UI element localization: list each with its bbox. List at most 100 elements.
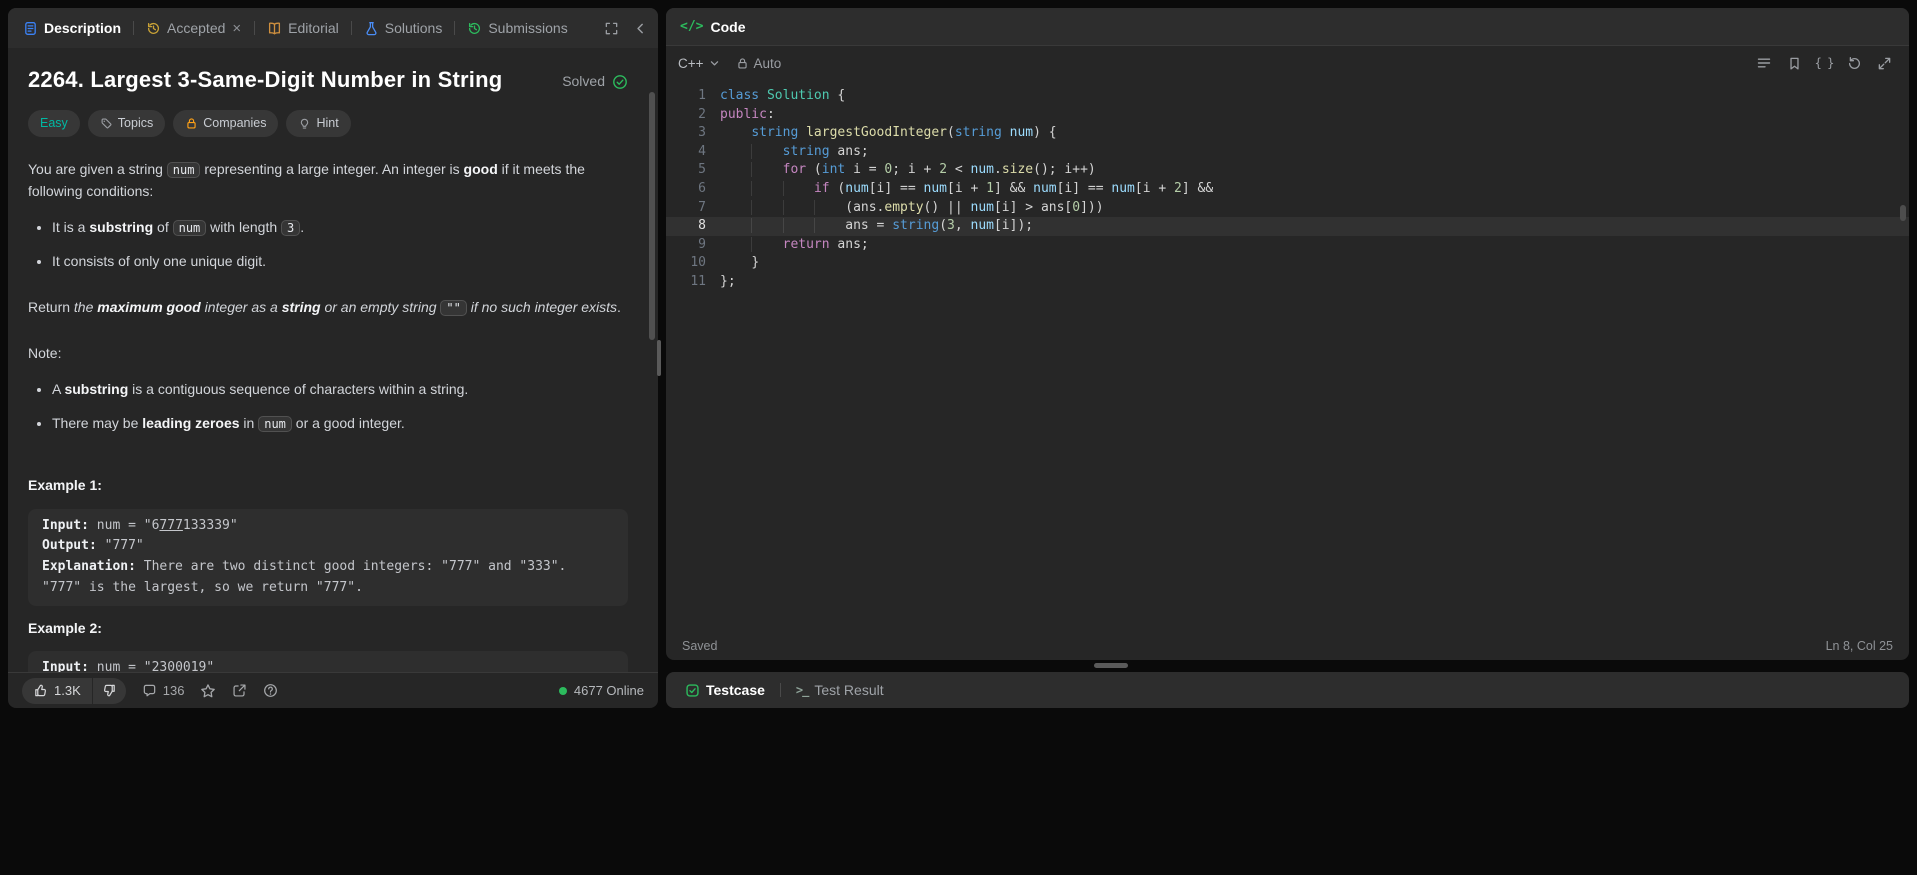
tab-test-result-label: Test Result: [814, 682, 884, 698]
tab-description[interactable]: Description: [18, 16, 126, 40]
format-code-button[interactable]: [1751, 51, 1777, 75]
example-block: Input: num = "2300019"Output: "000": [28, 651, 628, 672]
tab-testcase[interactable]: Testcase: [680, 678, 770, 702]
language-label: C++: [678, 55, 704, 71]
fullscreen-editor-button[interactable]: [1871, 51, 1897, 75]
topics-label: Topics: [117, 116, 154, 130]
tab-submissions[interactable]: Submissions: [462, 16, 572, 40]
code-panel: </> Code C++ Auto { } 1 class Solution {…: [666, 8, 1909, 660]
editor-scrollbar-thumb[interactable]: [1900, 205, 1906, 221]
question-icon: [263, 683, 278, 698]
list-item: It consists of only one unique digit.: [52, 251, 628, 273]
solved-label: Solved: [562, 73, 605, 89]
tab-divider: [133, 21, 135, 35]
code-line[interactable]: 4 string ans;: [666, 143, 1909, 162]
code-header: </> Code: [666, 8, 1909, 46]
tab-description-label: Description: [44, 20, 122, 36]
bookmark-button[interactable]: [1781, 51, 1807, 75]
reset-code-button[interactable]: [1841, 51, 1867, 75]
dislike-button[interactable]: [92, 677, 126, 704]
description-paragraph: Return the maximum good integer as a str…: [28, 299, 621, 317]
code-line[interactable]: 6 if (num[i] == num[i + 1] && num[i] == …: [666, 180, 1909, 199]
save-status: Saved: [682, 639, 718, 653]
vote-group: 1.3K: [22, 677, 126, 704]
auto-label: Auto: [753, 55, 782, 71]
tab-test-result[interactable]: >_ Test Result: [791, 678, 889, 702]
snippets-button[interactable]: { }: [1811, 51, 1837, 75]
code-line[interactable]: 3 string largestGoodInteger(string num) …: [666, 124, 1909, 143]
problem-tabbar: Description Accepted × Editorial Solutio…: [8, 8, 658, 48]
tab-divider: [454, 21, 456, 35]
share-button[interactable]: [232, 683, 247, 698]
code-line[interactable]: 10 }: [666, 254, 1909, 273]
lock-icon: [736, 57, 749, 70]
testcase-panel: Testcase >_ Test Result: [666, 672, 1909, 708]
fullscreen-icon: [605, 22, 618, 34]
example-1: Example 1: Input: num = "6777133339" Outp…: [28, 475, 628, 606]
tab-accepted-label: Accepted: [167, 20, 226, 36]
list-item: There may be leading zeroes in num or a …: [52, 413, 628, 435]
comment-count: 136: [162, 683, 185, 698]
code-line[interactable]: 11};: [666, 273, 1909, 292]
companies-badge[interactable]: Companies: [173, 110, 279, 138]
problem-content[interactable]: 2264. Largest 3-Same-Digit Number in Str…: [8, 48, 658, 672]
solved-status[interactable]: Solved: [562, 71, 628, 93]
tab-editorial-label: Editorial: [288, 20, 339, 36]
description-icon: [23, 21, 38, 36]
tab-solutions[interactable]: Solutions: [359, 16, 448, 40]
bookmark-icon: [1789, 57, 1799, 69]
help-button[interactable]: [263, 683, 278, 698]
check-circle-icon: [612, 74, 628, 90]
thumbs-down-icon: [102, 683, 117, 698]
tab-accepted[interactable]: Accepted ×: [141, 16, 247, 40]
problem-footer: 1.3K 136 4677 Online: [8, 672, 658, 708]
difficulty-badge[interactable]: Easy: [28, 110, 80, 138]
list-item: It is a substring of num with length 3.: [52, 217, 628, 239]
tab-divider: [254, 21, 256, 35]
scrollbar-thumb[interactable]: [649, 92, 655, 340]
problem-title: 2264. Largest 3-Same-Digit Number in Str…: [28, 67, 503, 92]
terminal-icon: >_: [795, 683, 809, 697]
check-square-icon: [685, 683, 700, 698]
code-line[interactable]: 7 (ans.empty() || num[i] > ans[0])): [666, 199, 1909, 218]
code-line[interactable]: 8 ans = string(3, num[i]);: [666, 217, 1909, 236]
like-button[interactable]: 1.3K: [22, 677, 92, 704]
language-selector[interactable]: C++: [678, 56, 720, 71]
description-paragraph: You are given a string num representing …: [28, 161, 585, 200]
note-label: Note:: [28, 344, 62, 361]
code-line[interactable]: 1 class Solution {: [666, 87, 1909, 106]
star-button[interactable]: [200, 683, 216, 699]
code-lines: 1 class Solution {2 public: 3 string larges…: [666, 87, 1909, 292]
tab-divider: [350, 21, 352, 35]
online-count: 4677 Online: [573, 683, 644, 698]
editor-statusbar: Saved Ln 8, Col 25: [666, 632, 1909, 660]
like-count: 1.3K: [54, 683, 81, 698]
example-heading: Example 2:: [28, 619, 102, 636]
panel-resize-handle-vertical[interactable]: [657, 340, 661, 376]
reset-icon: [1848, 56, 1860, 69]
cursor-position[interactable]: Ln 8, Col 25: [1826, 639, 1893, 653]
code-editor[interactable]: 1 class Solution {2 public: 3 string larges…: [666, 80, 1909, 632]
expand-panel-button[interactable]: [604, 21, 619, 36]
thumbs-up-icon: [33, 683, 48, 698]
chevron-left-icon: [637, 23, 643, 33]
panel-resize-handle-horizontal[interactable]: [1094, 663, 1128, 668]
online-status: 4677 Online: [558, 683, 644, 698]
history-icon: [146, 21, 161, 36]
auto-toggle[interactable]: Auto: [736, 55, 782, 71]
share-icon: [232, 683, 247, 698]
tab-editorial[interactable]: Editorial: [262, 16, 344, 40]
close-icon[interactable]: ×: [231, 21, 242, 36]
code-line[interactable]: 9 return ans;: [666, 236, 1909, 255]
comments-button[interactable]: 136: [142, 683, 185, 698]
expand-arrows-icon: [1878, 57, 1890, 69]
lightbulb-icon: [298, 117, 311, 130]
topics-badge[interactable]: Topics: [87, 110, 166, 138]
collapse-panel-button[interactable]: [633, 21, 648, 36]
code-line[interactable]: 5 for (int i = 0; i + 2 < num.size(); i+…: [666, 161, 1909, 180]
code-line[interactable]: 2 public:: [666, 106, 1909, 125]
hint-badge[interactable]: Hint: [286, 110, 351, 138]
example-block: Input: num = "6777133339" Output: "777" Ex…: [28, 508, 628, 606]
code-tab-label[interactable]: Code: [710, 19, 745, 35]
flask-icon: [364, 21, 379, 36]
